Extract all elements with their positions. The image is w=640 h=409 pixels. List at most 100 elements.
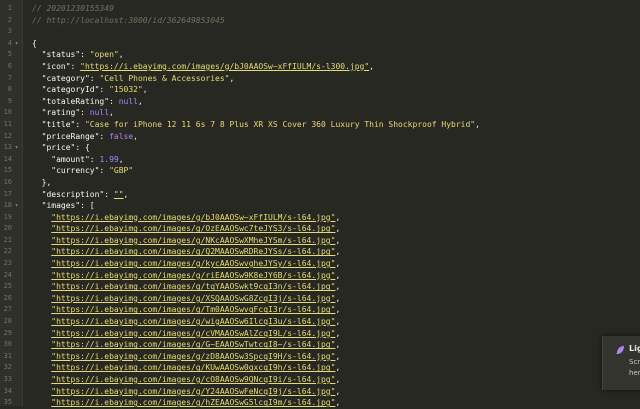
line-number: 6 bbox=[7, 61, 12, 70]
code-line: 22 "https://i.ebayimg.com/images/g/Q2MAA… bbox=[0, 246, 640, 258]
url-link[interactable]: "https://i.ebayimg.com/images/g/tqYAAOSw… bbox=[51, 282, 335, 291]
line-number: 7 bbox=[7, 73, 12, 82]
code-line: 1 // 20201230155349 bbox=[0, 3, 640, 15]
code-token: "images": [ bbox=[32, 201, 95, 211]
code-token: , bbox=[118, 154, 124, 164]
code-line: 11 "title": "Case for iPhone 12 11 6s 7 … bbox=[0, 119, 640, 131]
feather-icon bbox=[615, 345, 625, 355]
code-line: 4 ▾ { bbox=[0, 38, 640, 50]
code-content: "totaleRating": null, bbox=[32, 96, 143, 108]
code-content: "price": { bbox=[32, 142, 90, 154]
code-token: "icon": bbox=[32, 61, 81, 71]
code-token: "GBP" bbox=[109, 166, 134, 176]
url-link[interactable]: "https://i.ebayimg.com/images/g/Y24AAOSw… bbox=[51, 387, 335, 396]
url-link[interactable]: "" bbox=[114, 190, 124, 199]
url-link[interactable]: "https://i.ebayimg.com/images/g/NKcAAOSw… bbox=[51, 236, 335, 245]
url-link[interactable]: "https://i.ebayimg.com/images/g/bJ0AAOSw… bbox=[80, 62, 369, 71]
code-line: 16 }, bbox=[0, 177, 640, 189]
code-line: 30 "https://i.ebayimg.com/images/g/G~EAA… bbox=[0, 339, 640, 351]
code-token: , bbox=[335, 317, 341, 327]
toast-body: Scr here bbox=[629, 357, 640, 379]
code-content: "https://i.ebayimg.com/images/g/tqYAAOSw… bbox=[32, 281, 340, 293]
line-number: 16 bbox=[3, 177, 12, 186]
line-number: 27 bbox=[3, 305, 12, 314]
line-number: 22 bbox=[3, 247, 12, 256]
code-content: "https://i.ebayimg.com/images/g/wigAAOSw… bbox=[32, 316, 340, 328]
line-number: 15 bbox=[3, 166, 12, 175]
code-line: 27 "https://i.ebayimg.com/images/g/Tm0AA… bbox=[0, 304, 640, 316]
line-number: 30 bbox=[3, 340, 12, 349]
url-link[interactable]: "https://i.ebayimg.com/images/g/riEAAOSw… bbox=[51, 271, 335, 280]
url-link[interactable]: "https://i.ebayimg.com/images/g/cVMAAOSw… bbox=[51, 329, 335, 338]
code-content: { bbox=[32, 38, 37, 50]
code-token: , bbox=[335, 351, 341, 361]
code-token: , bbox=[335, 363, 341, 373]
code-content: "amount": 1.99, bbox=[32, 154, 124, 166]
code-token: , bbox=[335, 224, 341, 234]
code-token: "rating": bbox=[32, 108, 90, 118]
line-number: 26 bbox=[3, 293, 12, 302]
url-link[interactable]: "https://i.ebayimg.com/images/g/zD8AAOSw… bbox=[51, 352, 335, 361]
toast-line: here bbox=[629, 369, 640, 377]
notification-toast[interactable]: Lig Scr here bbox=[602, 336, 640, 390]
code-content: "description": "", bbox=[32, 189, 129, 201]
code-token: , bbox=[137, 96, 143, 106]
code-line: 28 "https://i.ebayimg.com/images/g/wigAA… bbox=[0, 316, 640, 328]
line-number: 29 bbox=[3, 328, 12, 337]
code-content: "https://i.ebayimg.com/images/g/zD8AAOSw… bbox=[32, 351, 340, 363]
line-number: 34 bbox=[3, 386, 12, 395]
code-line: 9 "totaleRating": null, bbox=[0, 96, 640, 108]
code-content: "https://i.ebayimg.com/images/g/bJ0AAOSw… bbox=[32, 212, 340, 224]
code-token: , bbox=[335, 340, 341, 350]
fold-toggle-icon[interactable]: ▾ bbox=[13, 38, 20, 50]
url-link[interactable]: "https://i.ebayimg.com/images/g/XSQAAOSw… bbox=[51, 294, 335, 303]
code-token: , bbox=[335, 328, 341, 338]
code-token: "status": bbox=[32, 50, 90, 60]
line-number: 23 bbox=[3, 259, 12, 268]
code-content: "https://i.ebayimg.com/images/g/hZEAAOSw… bbox=[32, 397, 340, 409]
code-content: "https://i.ebayimg.com/images/g/riEAAOSw… bbox=[32, 270, 340, 282]
code-line: 19 "https://i.ebayimg.com/images/g/bJ0AA… bbox=[0, 212, 640, 224]
code-lines: 1 // 20201230155349 2 // http://localhost:3… bbox=[0, 3, 640, 409]
line-number: 4 bbox=[7, 38, 12, 47]
code-content: "rating": null, bbox=[32, 107, 114, 119]
code-token: , bbox=[475, 119, 480, 129]
url-link[interactable]: "https://i.ebayimg.com/images/g/kycAAOSw… bbox=[51, 259, 335, 268]
line-number: 12 bbox=[3, 131, 12, 140]
code-token: "currency": bbox=[32, 166, 110, 176]
url-link[interactable]: "https://i.ebayimg.com/images/g/Q2MAAOSw… bbox=[51, 247, 335, 256]
fold-toggle-icon[interactable]: ▾ bbox=[13, 142, 20, 154]
code-token: , bbox=[369, 61, 374, 71]
line-number: 25 bbox=[3, 282, 12, 291]
code-content: "currency": "GBP" bbox=[32, 165, 133, 177]
url-link[interactable]: "https://i.ebayimg.com/images/g/G~EAAOSw… bbox=[51, 340, 335, 349]
fold-toggle-icon[interactable]: ▾ bbox=[13, 200, 20, 212]
code-token: "categoryId": bbox=[32, 85, 110, 95]
code-token: "amount": bbox=[32, 154, 100, 164]
url-link[interactable]: "https://i.ebayimg.com/images/g/Tm0AAOSw… bbox=[51, 305, 335, 314]
code-token: }, bbox=[32, 177, 52, 187]
code-token: , bbox=[335, 293, 341, 303]
url-link[interactable]: "https://i.ebayimg.com/images/g/bJ0AAOSw… bbox=[51, 213, 335, 222]
url-link[interactable]: "https://i.ebayimg.com/images/g/OzEAAOSw… bbox=[51, 224, 335, 233]
code-content: "https://i.ebayimg.com/images/g/cVMAAOSw… bbox=[32, 328, 340, 340]
url-link[interactable]: "https://i.ebayimg.com/images/g/cO8AAOSw… bbox=[51, 375, 335, 384]
code-token: "totaleRating": bbox=[32, 96, 119, 106]
code-content: "title": "Case for iPhone 12 11 6s 7 8 P… bbox=[32, 119, 480, 131]
url-link[interactable]: "https://i.ebayimg.com/images/g/KUwAAOSw… bbox=[51, 363, 335, 372]
line-number: 35 bbox=[3, 398, 12, 407]
json-viewer[interactable]: 1 // 20201230155349 2 // http://localhost:3… bbox=[0, 0, 640, 409]
url-link[interactable]: "https://i.ebayimg.com/images/g/wigAAOSw… bbox=[51, 317, 335, 326]
code-token: "priceRange": bbox=[32, 131, 110, 141]
code-token: // 20201230155349 bbox=[32, 4, 114, 13]
line-number: 28 bbox=[3, 317, 12, 326]
code-line: 13 ▾ "price": { bbox=[0, 142, 640, 154]
